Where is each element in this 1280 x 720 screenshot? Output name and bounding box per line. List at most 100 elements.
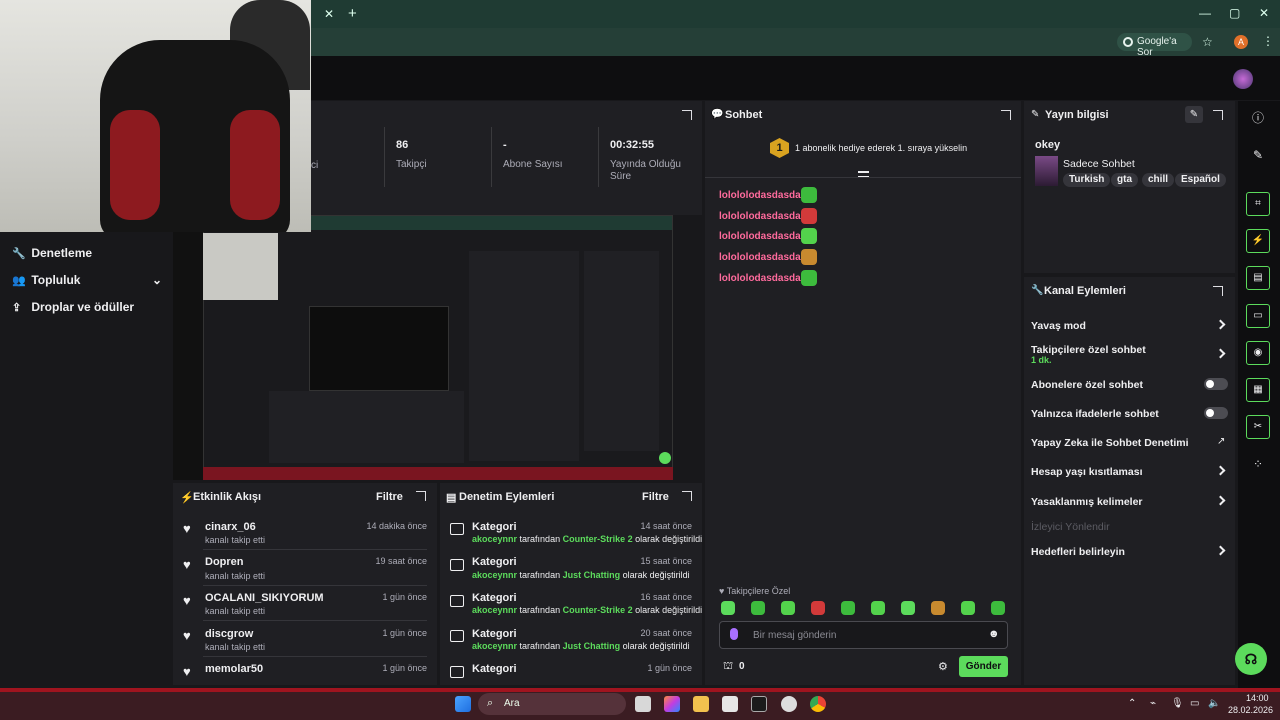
chat-settings-gear-icon[interactable]: ⚙	[938, 660, 948, 673]
chat-username[interactable]: lolololodasdasdas:	[719, 231, 810, 242]
external-link-icon[interactable]: ↗	[1217, 436, 1225, 447]
stream-preview[interactable]	[173, 215, 673, 480]
event-user[interactable]: OCALANI_SIKIYORUM	[205, 592, 324, 604]
settings-icon[interactable]	[781, 696, 797, 712]
mod-user[interactable]: akoceynnr	[472, 570, 517, 580]
popout-icon[interactable]	[1213, 286, 1223, 296]
banned-words-action[interactable]: Yasaklanmış kelimeler	[1031, 496, 1143, 508]
sub-only-toggle[interactable]	[1204, 378, 1228, 390]
file-explorer-icon[interactable]	[693, 696, 709, 712]
gift-sub-banner[interactable]: 1 abonelik hediye ederek 1. sıraya yükse…	[795, 143, 967, 153]
windows-start-icon[interactable]	[455, 696, 471, 712]
pencil-icon[interactable]: ✎	[1246, 143, 1270, 167]
minimize-button[interactable]: —	[1199, 6, 1211, 20]
emote-picker-item[interactable]	[781, 601, 795, 615]
category-thumbnail[interactable]	[1035, 156, 1058, 186]
stream-tag[interactable]: chill	[1142, 173, 1175, 187]
emote-picker-item[interactable]	[721, 601, 735, 615]
account-age-action[interactable]: Hesap yaşı kısıtlaması	[1031, 466, 1143, 478]
tab-close-icon[interactable]: ✕	[324, 7, 334, 21]
bookmark-star-icon[interactable]: ☆	[1202, 35, 1213, 49]
store-icon[interactable]	[722, 696, 738, 712]
emote-only-toggle[interactable]	[1204, 407, 1228, 419]
apps-icon[interactable]: ⁘	[1246, 452, 1270, 476]
broadcast-icon[interactable]: ◉	[1246, 341, 1270, 365]
stream-tag[interactable]: Español	[1175, 173, 1226, 187]
display-icon[interactable]: ▭	[1190, 698, 1199, 709]
google-sor-button[interactable]: Google'a Sor	[1117, 33, 1192, 58]
mod-user[interactable]: akoceynnr	[472, 641, 517, 651]
clock-time[interactable]: 14:00	[1246, 693, 1269, 703]
emote-picker-item[interactable]	[811, 601, 825, 615]
popout-icon[interactable]	[416, 491, 426, 501]
emoji-icon[interactable]: ☻	[988, 628, 1000, 640]
emote-picker-item[interactable]	[901, 601, 915, 615]
edit-button[interactable]: ✎	[1185, 106, 1203, 123]
activity-filter-button[interactable]: Filtre	[376, 491, 403, 503]
info-icon[interactable]: ⓘ	[1246, 106, 1270, 130]
popout-icon[interactable]	[1001, 110, 1011, 120]
popout-icon[interactable]	[682, 491, 692, 501]
stream-tag[interactable]: Turkish	[1063, 173, 1111, 187]
close-window-button[interactable]: ✕	[1259, 6, 1269, 20]
event-user[interactable]: cinarx_06	[205, 521, 256, 533]
new-tab-button[interactable]: +	[348, 5, 357, 22]
clip-icon[interactable]: ⌗	[1246, 192, 1270, 216]
mod-game[interactable]: Counter-Strike 2	[563, 605, 633, 615]
mod-game[interactable]: Just Chatting	[563, 641, 621, 651]
mod-game[interactable]: Counter-Strike 2	[563, 534, 633, 544]
chat-icon[interactable]: ▭	[1246, 304, 1270, 328]
event-user[interactable]: discgrow	[205, 628, 253, 640]
app-icon[interactable]	[751, 696, 767, 712]
emote-picker-item[interactable]	[991, 601, 1005, 615]
lightning-icon[interactable]: ⚡	[1246, 229, 1270, 253]
chat-username[interactable]: lolololodasdasdas:	[719, 252, 810, 263]
popout-icon[interactable]	[1213, 110, 1223, 120]
event-user[interactable]: Dopren	[205, 556, 244, 568]
chat-username[interactable]: lolololodasdasdas:	[719, 190, 810, 201]
emote-picker-item[interactable]	[871, 601, 885, 615]
emote-picker-item[interactable]	[841, 601, 855, 615]
microphone-icon[interactable]	[730, 628, 738, 640]
task-view-icon[interactable]	[635, 696, 651, 712]
mod-game[interactable]: Just Chatting	[563, 570, 621, 580]
network-icon[interactable]: ⌁	[1150, 698, 1156, 709]
nav-topluluk[interactable]: 👥 Topluluk ⌄	[12, 273, 162, 287]
nav-denetleme[interactable]: 🔧 Denetleme	[12, 246, 92, 260]
event-user[interactable]: memolar50	[205, 663, 263, 675]
divider	[203, 620, 427, 621]
mod-user[interactable]: akoceynnr	[472, 605, 517, 615]
stream-tag[interactable]: gta	[1111, 173, 1138, 187]
channel-points-icon[interactable]: ⛫	[723, 660, 733, 674]
emote-picker-item[interactable]	[931, 601, 945, 615]
volume-icon[interactable]: 🔈	[1208, 698, 1220, 709]
taskbar-search[interactable]: ⌕ Ara	[478, 693, 626, 715]
popout-icon[interactable]	[682, 110, 692, 120]
stream-category[interactable]: Sadece Sohbet	[1063, 158, 1135, 170]
m365-icon[interactable]	[664, 696, 680, 712]
moderation-filter-button[interactable]: Filtre	[642, 491, 669, 503]
slow-mode-action[interactable]: Yavaş mod	[1031, 320, 1086, 332]
help-support-icon[interactable]: ☊	[1235, 643, 1267, 675]
clock-date[interactable]: 28.02.2026	[1228, 705, 1273, 715]
maximize-button[interactable]: ▢	[1229, 6, 1240, 20]
document-icon[interactable]: ▤	[1246, 266, 1270, 290]
ai-moderation-action[interactable]: Yapay Zeka ile Sohbet Denetimi	[1031, 437, 1189, 449]
browser-menu-icon[interactable]: ⋮	[1262, 34, 1274, 48]
chat-username[interactable]: lolololodasdasdas:	[719, 273, 810, 284]
chat-username[interactable]: lolololodasdasdas:	[719, 211, 810, 222]
send-button[interactable]: Gönder	[959, 656, 1008, 677]
emote-picker-item[interactable]	[751, 601, 765, 615]
wrench-icon[interactable]: ✂	[1246, 415, 1270, 439]
nav-droplar[interactable]: ⇪ Droplar ve ödüller	[12, 300, 134, 314]
emote-picker-item[interactable]	[961, 601, 975, 615]
chrome-icon[interactable]	[810, 696, 826, 712]
user-avatar[interactable]	[1233, 69, 1253, 89]
mod-user[interactable]: akoceynnr	[472, 534, 517, 544]
chat-input[interactable]: Bir mesaj gönderin ☻	[719, 621, 1008, 649]
layout-icon[interactable]: ▦	[1246, 378, 1270, 402]
tray-chevron-icon[interactable]: ⌃	[1128, 698, 1136, 709]
browser-profile-avatar[interactable]: A	[1234, 35, 1248, 49]
microphone-icon[interactable]: 🎙	[1171, 698, 1184, 709]
set-goals-action[interactable]: Hedefleri belirleyin	[1031, 546, 1125, 558]
